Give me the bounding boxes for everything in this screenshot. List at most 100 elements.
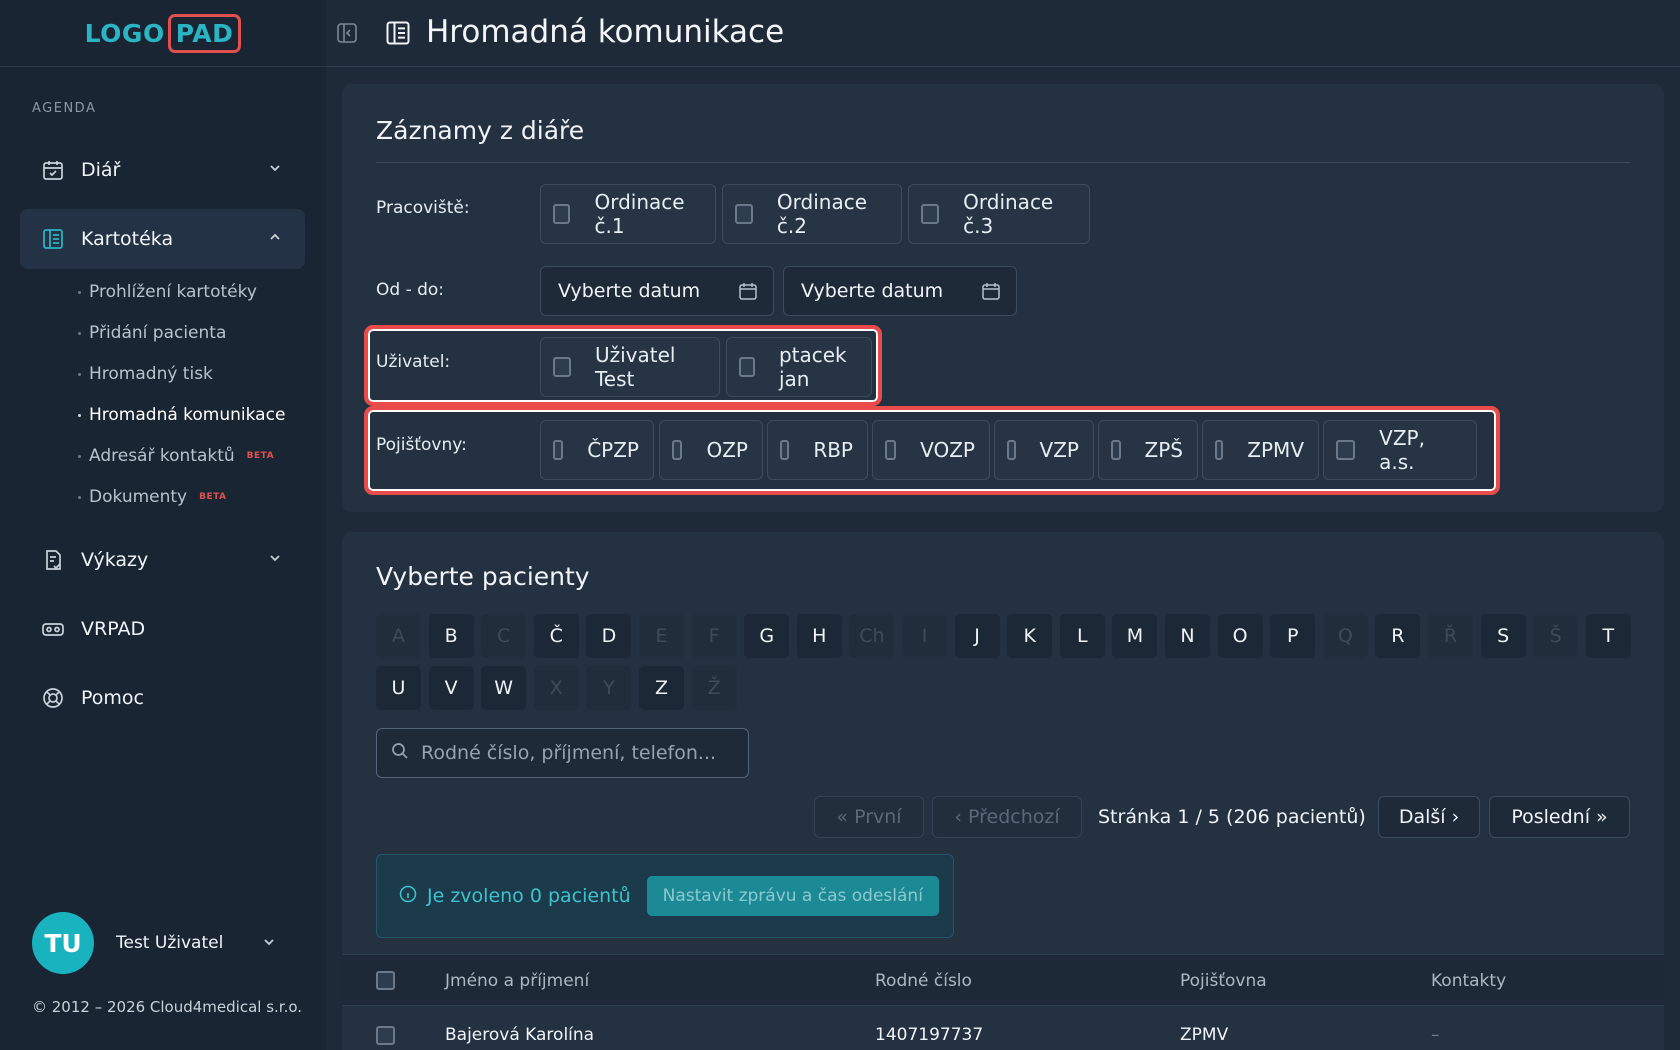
chevron-down-icon	[269, 162, 281, 177]
letter-button[interactable]: Ch	[849, 614, 895, 658]
sidebar-item-diar[interactable]: Diář	[20, 140, 305, 200]
workplace-checkbox-1[interactable]: Ordinace č.1	[540, 184, 716, 244]
checkbox-icon	[885, 440, 897, 460]
letter-button[interactable]: U	[376, 666, 421, 710]
section-label: AGENDA	[32, 101, 97, 116]
checkbox-icon	[672, 440, 683, 460]
sidebar-subitem-komunikace[interactable]: Hromadná komunikace	[78, 405, 285, 425]
checkbox-label: ptacek jan	[778, 343, 847, 391]
letter-button[interactable]: O	[1217, 614, 1263, 658]
lifebuoy-icon	[40, 685, 66, 711]
letter-button[interactable]: P	[1270, 614, 1316, 658]
records-title: Záznamy z diáře	[376, 116, 585, 145]
letter-button[interactable]: Ž	[691, 666, 737, 710]
letter-button[interactable]: X	[533, 666, 579, 710]
subitem-label: Adresář kontaktů	[89, 446, 235, 466]
user-menu[interactable]: TU Test Uživatel	[32, 912, 275, 974]
letter-button[interactable]: Y	[586, 666, 632, 710]
sidebar-subitem-pridani[interactable]: Přidání pacienta	[78, 323, 226, 343]
date-to-input[interactable]: Vyberte datum	[783, 266, 1017, 316]
letter-button[interactable]: A	[376, 614, 421, 658]
letter-button[interactable]: I	[902, 614, 947, 658]
user-checkbox-2[interactable]: ptacek jan	[726, 337, 872, 397]
patient-birth-number: 1407197737	[875, 1025, 984, 1045]
letter-button[interactable]: R	[1375, 614, 1421, 658]
letter-button[interactable]: T	[1585, 614, 1631, 658]
letter-button[interactable]: C	[481, 614, 527, 658]
letter-button[interactable]: H	[796, 614, 842, 658]
avatar: TU	[32, 912, 94, 974]
letter-button[interactable]: S	[1480, 614, 1526, 658]
last-page-button[interactable]: Poslední »	[1489, 796, 1630, 838]
column-contacts: Kontakty	[1431, 971, 1507, 991]
letter-button[interactable]: E	[639, 614, 684, 658]
letter-button[interactable]: V	[428, 666, 474, 710]
patients-card: Vyberte pacienty A B C Č D E F G H Ch I J K L M N O P Q R Ř S…	[342, 532, 1664, 1050]
bullet-icon	[78, 495, 81, 499]
first-page-button[interactable]: « První	[814, 796, 924, 838]
letter-button[interactable]: M	[1112, 614, 1158, 658]
insurer-checkbox-zpmv[interactable]: ZPMV	[1202, 420, 1319, 480]
prev-page-button[interactable]: ‹ Předchozí	[932, 796, 1082, 838]
sidebar-item-label: Kartotéka	[81, 228, 174, 250]
letter-button[interactable]: L	[1059, 614, 1105, 658]
workplace-checkbox-3[interactable]: Ordinace č.3	[908, 184, 1090, 244]
patient-search[interactable]	[376, 728, 749, 778]
sidebar-item-pomoc[interactable]: Pomoc	[20, 668, 305, 728]
sidebar-subitem-adresar[interactable]: Adresář kontaktů BETA	[78, 446, 274, 466]
sidebar-item-vrpad[interactable]: VRPAD	[20, 599, 305, 659]
insurer-checkbox-vozp[interactable]: VOZP	[872, 420, 990, 480]
select-all-checkbox[interactable]	[376, 971, 395, 990]
info-icon	[399, 885, 417, 907]
letter-button[interactable]: D	[586, 614, 632, 658]
search-icon	[391, 742, 409, 764]
sidebar-subitem-prohlizeni[interactable]: Prohlížení kartotéky	[78, 282, 257, 302]
user-label: Uživatel:	[376, 352, 451, 372]
letter-button[interactable]: Ř	[1428, 614, 1473, 658]
date-from-value: Vyberte datum	[558, 280, 701, 302]
logo[interactable]: LOGO PAD	[85, 13, 242, 53]
insurer-checkbox-cpzp[interactable]: ČPZP	[540, 420, 654, 480]
sidebar-collapse-icon[interactable]	[336, 22, 358, 44]
checkbox-label: VOZP	[920, 438, 975, 462]
checkbox-label: ZPMV	[1247, 438, 1304, 462]
letter-button[interactable]: K	[1007, 614, 1053, 658]
letter-button[interactable]: J	[954, 614, 1000, 658]
date-from-input[interactable]: Vyberte datum	[540, 266, 774, 316]
search-input[interactable]	[421, 742, 741, 764]
insurer-checkbox-vzp[interactable]: VZP	[994, 420, 1094, 480]
next-page-button[interactable]: Další ›	[1378, 796, 1480, 838]
letter-button[interactable]: N	[1165, 614, 1210, 658]
user-name: Test Uživatel	[116, 933, 224, 953]
sidebar-item-label: Pomoc	[81, 687, 144, 709]
checkbox-icon	[780, 440, 790, 460]
sidebar-item-vykazy[interactable]: Výkazy	[20, 530, 305, 590]
subitem-label: Hromadná komunikace	[89, 405, 286, 425]
letter-button[interactable]: W	[481, 666, 527, 710]
letter-button[interactable]: G	[744, 614, 790, 658]
subitem-label: Dokumenty	[89, 487, 188, 507]
column-name: Jméno a příjmení	[445, 971, 590, 991]
copyright: © 2012 – 2026 Cloud4medical s.r.o.	[32, 998, 303, 1016]
insurer-checkbox-zps[interactable]: ZPŠ	[1098, 420, 1198, 480]
sidebar-subitem-tisk[interactable]: Hromadný tisk	[78, 364, 213, 384]
patient-name: Bajerová Karolína	[445, 1025, 595, 1045]
card-index-icon	[384, 19, 412, 47]
set-message-button[interactable]: Nastavit zprávu a čas odeslání	[646, 876, 939, 916]
insurer-checkbox-ozp[interactable]: OZP	[659, 420, 763, 480]
workplace-checkbox-2[interactable]: Ordinace č.2	[722, 184, 902, 244]
letter-button[interactable]: Z	[639, 666, 684, 710]
letter-button[interactable]: F	[691, 614, 737, 658]
insurer-checkbox-vzp-as[interactable]: VZP, a.s.	[1323, 420, 1477, 480]
letter-button[interactable]: Š	[1533, 614, 1579, 658]
letter-button[interactable]: Č	[533, 614, 579, 658]
letter-button[interactable]: B	[428, 614, 474, 658]
row-checkbox[interactable]	[376, 1026, 395, 1045]
letter-button[interactable]: Q	[1322, 614, 1368, 658]
sidebar-item-kartoteka[interactable]: Kartotéka	[20, 209, 305, 269]
user-checkbox-1[interactable]: Uživatel Test	[540, 337, 720, 397]
sidebar-subitem-dokumenty[interactable]: Dokumenty BETA	[78, 487, 227, 507]
sidebar: LOGO PAD AGENDA Diář Kartotéka Prohlížen…	[0, 0, 326, 1050]
insurer-checkbox-rbp[interactable]: RBP	[767, 420, 868, 480]
checkbox-icon	[1215, 440, 1224, 460]
